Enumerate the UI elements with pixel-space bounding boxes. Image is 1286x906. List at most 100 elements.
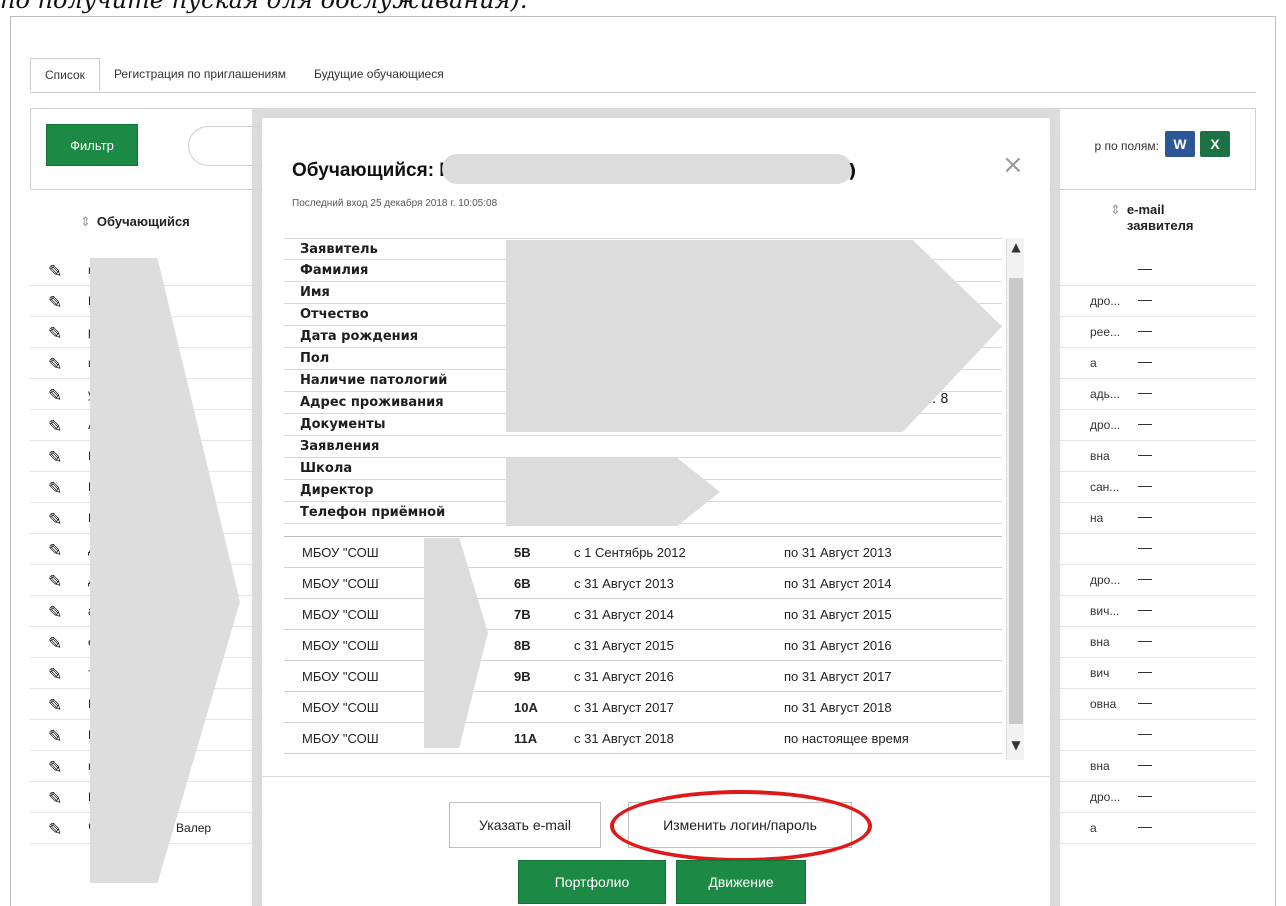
email-value: — [1138, 818, 1152, 834]
history-row: МБОУ "СОШ 8В с 31 Август 2015 по 31 Август … [284, 630, 1002, 661]
scroll-thumb[interactable] [1009, 278, 1023, 724]
applicant-name: дро... [1090, 418, 1121, 432]
sort-icon: ⇕ [1110, 202, 1121, 217]
tab-list[interactable]: Список [30, 58, 100, 91]
scroll-down-icon[interactable]: ▼ [1007, 738, 1024, 752]
history-to: по 31 Август 2014 [784, 576, 892, 591]
history-to: по 31 Август 2018 [784, 700, 892, 715]
edit-icon[interactable]: ✎ [48, 355, 62, 375]
edit-icon[interactable]: ✎ [48, 696, 62, 716]
edit-icon[interactable]: ✎ [48, 634, 62, 654]
history-to: по 31 Август 2013 [784, 545, 892, 560]
email-value: — [1138, 260, 1152, 276]
tab-bar: Список Регистрация по приглашениям Будущ… [30, 58, 458, 91]
modal-title-paren: ) [848, 160, 857, 182]
email-value: — [1138, 694, 1152, 710]
history-class: 10А [514, 700, 538, 715]
history-from: с 31 Август 2015 [574, 638, 674, 653]
applicant-name: вна [1090, 635, 1110, 649]
edit-icon[interactable]: ✎ [48, 262, 62, 282]
top-caption: по получите пуская для обслуживания). [0, 0, 528, 14]
excel-export-icon[interactable]: X [1200, 131, 1230, 157]
close-icon[interactable]: × [1002, 150, 1024, 180]
modal-scroll-area[interactable]: Заявитель Фамилия Имя Отчество Дата рождения… [284, 238, 1024, 760]
scroll-up-icon[interactable]: ▲ [1007, 240, 1024, 254]
edit-icon[interactable]: ✎ [48, 417, 62, 437]
field-label: Заявления [284, 436, 1002, 458]
email-value: — [1138, 415, 1152, 431]
history-school: МБОУ "СОШ [302, 576, 379, 591]
email-value: — [1138, 725, 1152, 741]
tab-invitations[interactable]: Регистрация по приглашениям [100, 58, 300, 91]
edit-icon[interactable]: ✎ [48, 510, 62, 530]
history-from: с 31 Август 2013 [574, 576, 674, 591]
edit-icon[interactable]: ✎ [48, 541, 62, 561]
last-login-text: Последний вход 25 декабря 2018 г. 10:05:… [292, 198, 498, 209]
history-class: 9В [514, 669, 531, 684]
column-header-email[interactable]: ⇕ e-mail заявителя [1110, 202, 1197, 234]
edit-icon[interactable]: ✎ [48, 293, 62, 313]
history-row: МБОУ "СОШ 10А с 31 Август 2017 по 31 Август… [284, 692, 1002, 723]
email-value: — [1138, 384, 1152, 400]
history-from: с 31 Август 2016 [574, 669, 674, 684]
history-class: 8В [514, 638, 531, 653]
email-value: — [1138, 446, 1152, 462]
email-value: — [1138, 291, 1152, 307]
email-value: — [1138, 663, 1152, 679]
applicant-name: на [1090, 511, 1104, 525]
redaction-blur [506, 240, 1002, 432]
email-value: — [1138, 787, 1152, 803]
applicant-name: вич... [1090, 604, 1120, 618]
history-to: по настоящее время [784, 731, 909, 746]
export-label: р по полям: [1094, 139, 1159, 153]
history-from: с 1 Сентябрь 2012 [574, 545, 686, 560]
set-email-button[interactable]: Указать e-mail [449, 802, 601, 848]
history-class: 6В [514, 576, 531, 591]
history-table: МБОУ "СОШ 5В с 1 Сентябрь 2012 по 31 Август… [284, 536, 1002, 754]
modal-footer-divider [262, 776, 1050, 777]
applicant-name: вна [1090, 449, 1110, 463]
edit-icon[interactable]: ✎ [48, 324, 62, 344]
column-header-email-label: e-mail заявителя [1126, 202, 1194, 233]
email-value: — [1138, 477, 1152, 493]
edit-icon[interactable]: ✎ [48, 789, 62, 809]
filter-button[interactable]: Фильтр [46, 124, 138, 166]
word-export-icon[interactable]: W [1165, 131, 1195, 157]
history-class: 5В [514, 545, 531, 560]
applicant-name: вич [1090, 666, 1110, 680]
edit-icon[interactable]: ✎ [48, 820, 62, 840]
edit-icon[interactable]: ✎ [48, 386, 62, 406]
tab-future-students[interactable]: Будущие обучающиеся [300, 58, 458, 91]
applicant-name: а [1090, 356, 1097, 370]
tabs-divider [30, 92, 1256, 93]
highlight-ellipse [610, 790, 872, 862]
edit-icon[interactable]: ✎ [48, 572, 62, 592]
edit-icon[interactable]: ✎ [48, 448, 62, 468]
history-to: по 31 Август 2017 [784, 669, 892, 684]
edit-icon[interactable]: ✎ [48, 665, 62, 685]
history-row: МБОУ "СОШ 11А с 31 Август 2018 по настоящее… [284, 723, 1002, 754]
history-school: МБОУ "СОШ [302, 545, 379, 560]
applicant-name: дро... [1090, 294, 1121, 308]
applicant-name: дро... [1090, 573, 1121, 587]
portfolio-button[interactable]: Портфолио [518, 860, 666, 904]
history-school: МБОУ "СОШ [302, 607, 379, 622]
applicant-name: а [1090, 821, 1097, 835]
email-value: — [1138, 353, 1152, 369]
edit-icon[interactable]: ✎ [48, 727, 62, 747]
movement-button[interactable]: Движение [676, 860, 806, 904]
history-from: с 31 Август 2017 [574, 700, 674, 715]
edit-icon[interactable]: ✎ [48, 479, 62, 499]
email-value: — [1138, 322, 1152, 338]
history-class: 7В [514, 607, 531, 622]
history-school: МБОУ "СОШ [302, 638, 379, 653]
edit-icon[interactable]: ✎ [48, 758, 62, 778]
edit-icon[interactable]: ✎ [48, 603, 62, 623]
history-to: по 31 Август 2016 [784, 638, 892, 653]
history-row: МБОУ "СОШ 6В с 31 Август 2013 по 31 Август … [284, 568, 1002, 599]
scrollbar[interactable]: ▲ ▼ [1006, 238, 1024, 760]
history-row: МБОУ "СОШ 7В с 31 Август 2014 по 31 Август … [284, 599, 1002, 630]
sort-icon: ⇕ [80, 214, 91, 229]
column-header-student[interactable]: ⇕ Обучающийся [80, 214, 190, 230]
column-header-student-label: Обучающийся [96, 214, 190, 229]
